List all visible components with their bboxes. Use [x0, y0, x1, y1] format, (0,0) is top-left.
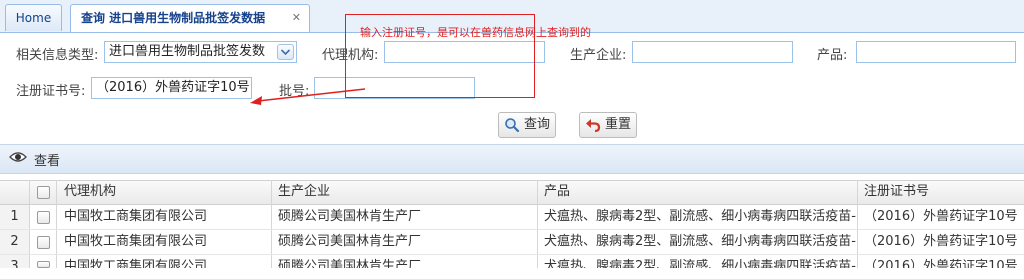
cell-reg-no: （2016）外兽药证字10号 — [864, 209, 1018, 224]
row-checkbox[interactable] — [37, 211, 50, 224]
row-number: 2 — [0, 230, 30, 254]
search-icon — [504, 117, 520, 133]
cell-reg-no: （2016）外兽药证字10号 — [864, 234, 1018, 249]
cell-product: 犬瘟热、腺病毒2型、副流感、细小病毒病四联活疫苗-犬 — [544, 209, 856, 224]
close-icon[interactable]: ✕ — [292, 5, 301, 31]
row-number: 1 — [0, 205, 30, 229]
cell-manufacturer: 硕腾公司美国林肯生产厂 — [278, 209, 422, 224]
cell-agency: 中国牧工商集团有限公司 — [64, 259, 208, 268]
search-button-label: 查询 — [524, 117, 551, 132]
col-header-reg-no[interactable]: 注册证书号 — [864, 180, 1014, 204]
tab-home[interactable]: Home — [5, 4, 62, 31]
view-panel-header — [0, 144, 1024, 174]
reset-button-label: 重置 — [605, 117, 632, 132]
type-combo-value: 进口兽用生物制品批签发数 — [109, 44, 266, 59]
cell-manufacturer: 硕腾公司美国林肯生产厂 — [278, 259, 422, 268]
select-all-checkbox[interactable] — [37, 186, 50, 199]
type-label: 相关信息类型: — [16, 48, 99, 63]
reset-button[interactable]: 重置 — [579, 112, 637, 138]
search-button[interactable]: 查询 — [498, 112, 556, 138]
col-header-manufacturer[interactable]: 生产企业 — [278, 180, 528, 204]
cell-product: 犬瘟热、腺病毒2型、副流感、细小病毒病四联活疫苗-犬 — [544, 259, 856, 268]
panel-title: 查看 — [34, 154, 61, 169]
tab-label: 查询 进口兽用生物制品批签发数据 — [81, 11, 266, 25]
row-checkbox[interactable] — [37, 236, 50, 249]
cell-manufacturer: 硕腾公司美国林肯生产厂 — [278, 234, 422, 249]
cell-product: 犬瘟热、腺病毒2型、副流感、细小病毒病四联活疫苗-犬 — [544, 234, 856, 249]
col-header-agency[interactable]: 代理机构 — [64, 180, 264, 204]
product-input[interactable] — [856, 41, 1016, 63]
row-number: 3 — [0, 255, 30, 268]
reg-input[interactable]: （2016）外兽药证字10号 — [91, 77, 252, 99]
manufacturer-input[interactable] — [632, 41, 793, 63]
product-label: 产品: — [817, 48, 848, 63]
annotation-text: 输入注册证号，是可以在兽药信息网上查询到的 — [360, 26, 591, 39]
undo-icon — [585, 117, 601, 133]
tab-query-import-biologics[interactable]: 查询 进口兽用生物制品批签发数据 ✕ — [70, 4, 310, 32]
row-checkbox[interactable] — [37, 261, 50, 268]
cell-agency: 中国牧工商集团有限公司 — [64, 209, 208, 224]
col-header-product[interactable]: 产品 — [544, 180, 844, 204]
eye-icon — [9, 150, 27, 167]
chevron-down-icon[interactable] — [277, 44, 294, 60]
cell-reg-no: （2016）外兽药证字10号 — [864, 259, 1018, 268]
cell-agency: 中国牧工商集团有限公司 — [64, 234, 208, 249]
annotation-arrow — [250, 88, 366, 105]
reg-label: 注册证书号: — [16, 84, 86, 99]
type-combo[interactable]: 进口兽用生物制品批签发数 — [104, 41, 297, 63]
manufacturer-label: 生产企业: — [570, 48, 627, 63]
